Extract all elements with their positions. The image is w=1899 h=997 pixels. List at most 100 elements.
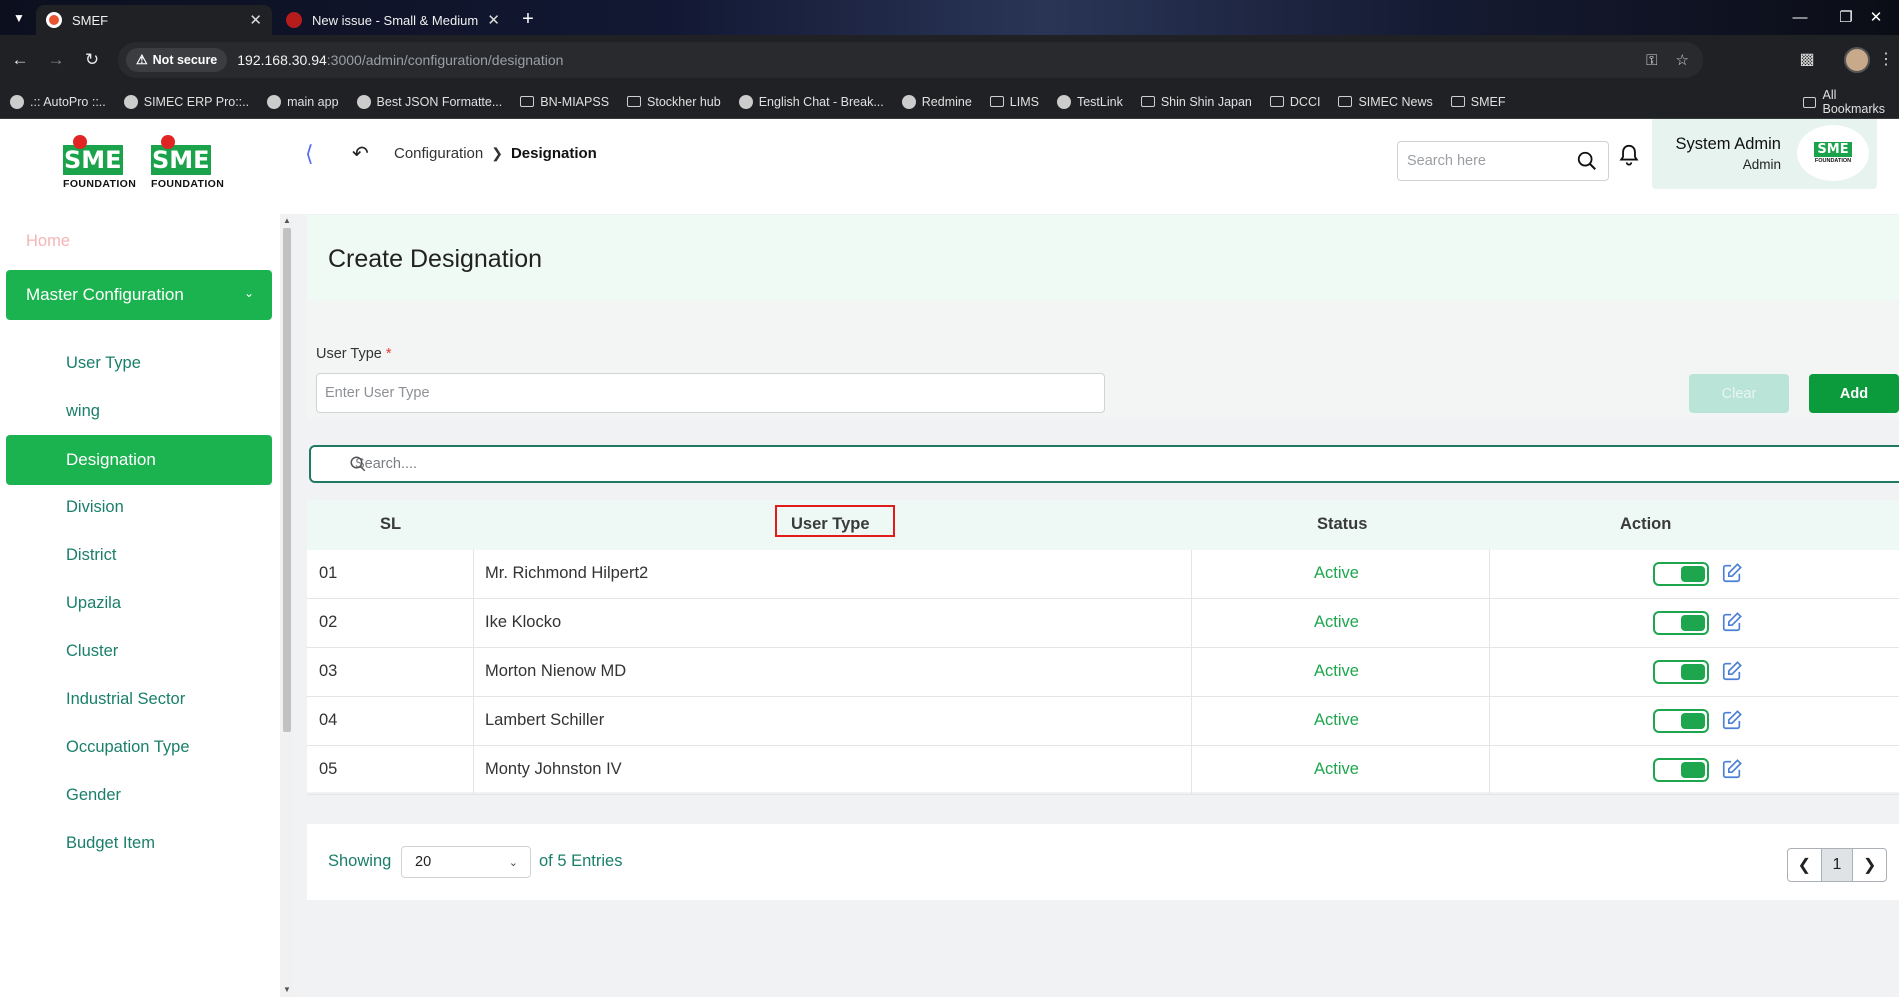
- scrollbar-thumb[interactable]: [283, 228, 291, 732]
- sidebar-item-designation[interactable]: Designation: [6, 435, 272, 485]
- column-divider: [1191, 746, 1192, 795]
- sidebar-scrollbar[interactable]: ▲ ▼: [280, 214, 294, 997]
- sidebar-item-occupation-type[interactable]: Occupation Type: [66, 738, 190, 757]
- new-tab-plus-icon[interactable]: +: [516, 8, 540, 32]
- scroll-down-arrow-icon[interactable]: ▼: [282, 985, 292, 994]
- table-search-input[interactable]: Search....: [309, 445, 1899, 483]
- sidebar-item-budget-item[interactable]: Budget Item: [66, 834, 155, 853]
- status-toggle[interactable]: [1653, 709, 1709, 733]
- sidebar-item-home[interactable]: Home: [26, 232, 70, 251]
- close-tab-icon[interactable]: ✕: [487, 11, 500, 29]
- bookmark-item[interactable]: LIMS: [989, 95, 1039, 109]
- profile-avatar[interactable]: [1844, 47, 1870, 73]
- back-arrow-icon[interactable]: ←: [8, 48, 32, 72]
- edit-icon[interactable]: [1721, 709, 1743, 736]
- smef-favicon-icon: [46, 12, 62, 28]
- sidebar: Home Master Configuration ⌄ User Type win…: [0, 214, 294, 997]
- bookmark-label: Redmine: [921, 94, 972, 109]
- password-key-icon[interactable]: ⚿: [1646, 52, 1657, 69]
- bookmark-item[interactable]: .:: AutoPro ::..: [10, 94, 106, 109]
- browser-tab-new-issue[interactable]: New issue - Small & Medium E ✕: [276, 5, 510, 35]
- all-bookmarks[interactable]: All Bookmarks: [1803, 85, 1899, 119]
- bookmark-item[interactable]: Stockher hub: [627, 95, 721, 109]
- column-divider: [1489, 697, 1490, 746]
- user-name: System Admin: [1675, 135, 1781, 153]
- bookmark-item[interactable]: SMEF: [1450, 95, 1506, 109]
- column-header-status[interactable]: Status: [1317, 515, 1367, 534]
- clear-button[interactable]: Clear: [1689, 374, 1789, 413]
- notification-bell-icon[interactable]: [1618, 143, 1640, 167]
- close-window-icon[interactable]: ✕: [1853, 6, 1899, 30]
- bookmark-item[interactable]: BN-MIAPSS: [520, 95, 609, 109]
- bookmark-item[interactable]: Best JSON Formatte...: [356, 94, 502, 109]
- header-search-input[interactable]: Search here: [1397, 141, 1609, 181]
- bookmark-item[interactable]: English Chat - Break...: [738, 94, 884, 109]
- top-header: ⟨ ↶ Configuration ❯ Designation Search h…: [298, 119, 1899, 214]
- folder-icon: [1803, 96, 1817, 108]
- breadcrumb-parent[interactable]: Configuration: [394, 145, 483, 162]
- address-bar[interactable]: ⚠ Not secure 192.168.30.94:3000/admin/co…: [118, 42, 1703, 78]
- tab-list-chevron-icon[interactable]: ▼: [6, 6, 32, 30]
- bookmark-item[interactable]: main app: [267, 94, 339, 109]
- sidebar-item-user-type[interactable]: User Type: [66, 354, 141, 373]
- edit-icon[interactable]: [1721, 758, 1743, 785]
- site-favicon-icon: [901, 94, 916, 109]
- sidebar-item-district[interactable]: District: [66, 546, 116, 565]
- status-toggle[interactable]: [1653, 562, 1709, 586]
- page-number-button[interactable]: 1: [1820, 849, 1854, 881]
- sidebar-item-division[interactable]: Division: [66, 498, 124, 517]
- sidebar-item-industrial-sector[interactable]: Industrial Sector: [66, 690, 185, 709]
- add-button[interactable]: Add: [1809, 374, 1899, 413]
- extensions-puzzle-icon[interactable]: ▩: [1795, 48, 1819, 72]
- scroll-up-arrow-icon[interactable]: ▲: [282, 216, 292, 225]
- bookmark-item[interactable]: DCCI: [1269, 95, 1320, 109]
- cell-status: Active: [1314, 613, 1359, 631]
- next-page-chevron-icon[interactable]: ❯: [1853, 849, 1886, 881]
- bookmark-item[interactable]: Shin Shin Japan: [1140, 95, 1252, 109]
- sme-foundation-logo[interactable]: SME FOUNDATION: [63, 135, 148, 193]
- table-row: 05 Monty Johnston IV Active: [307, 746, 1899, 795]
- status-toggle[interactable]: [1653, 611, 1709, 635]
- folder-icon: [1140, 96, 1155, 107]
- close-tab-icon[interactable]: ✕: [249, 11, 262, 29]
- sidebar-item-gender[interactable]: Gender: [66, 786, 121, 805]
- reload-icon[interactable]: ↻: [80, 48, 104, 72]
- browser-menu-icon[interactable]: ⋮: [1874, 48, 1898, 72]
- edit-icon[interactable]: [1721, 660, 1743, 687]
- prev-page-chevron-icon[interactable]: ❮: [1788, 849, 1821, 881]
- pagination-controls: ❮ 1 ❯: [1787, 848, 1887, 882]
- sidebar-item-cluster[interactable]: Cluster: [66, 642, 118, 661]
- user-type-input[interactable]: Enter User Type: [316, 373, 1105, 413]
- tab-title: New issue - Small & Medium E: [312, 12, 480, 28]
- page-size-value: 20: [415, 854, 432, 870]
- status-toggle[interactable]: [1653, 660, 1709, 684]
- forward-arrow-icon[interactable]: →: [44, 48, 68, 72]
- bookmark-item[interactable]: SIMEC News: [1338, 95, 1433, 109]
- folder-icon: [1450, 96, 1465, 107]
- edit-icon[interactable]: [1721, 611, 1743, 638]
- edit-icon[interactable]: [1721, 562, 1743, 589]
- not-secure-badge[interactable]: ⚠ Not secure: [126, 48, 228, 72]
- page-title: Create Designation: [328, 245, 543, 273]
- status-toggle[interactable]: [1653, 758, 1709, 782]
- sidebar-item-upazila[interactable]: Upazila: [66, 594, 121, 613]
- user-profile-box[interactable]: System Admin Admin SME FOUNDATION: [1652, 119, 1877, 189]
- bookmarks-bar: .:: AutoPro ::.. SIMEC ERP Pro::.. main ap…: [0, 85, 1899, 119]
- minimize-window-icon[interactable]: —: [1777, 6, 1823, 30]
- bookmark-item[interactable]: SIMEC ERP Pro::..: [123, 94, 249, 109]
- page-size-select[interactable]: 20 ⌄: [401, 846, 531, 878]
- collapse-sidebar-icon[interactable]: ⟨: [305, 141, 314, 167]
- back-undo-icon[interactable]: ↶: [352, 141, 369, 166]
- cell-sl: 02: [319, 613, 338, 631]
- column-header-action: Action: [1620, 515, 1672, 533]
- column-header-sl[interactable]: SL: [380, 515, 401, 534]
- bookmark-star-icon[interactable]: ☆: [1676, 51, 1689, 69]
- search-icon[interactable]: [1576, 150, 1598, 172]
- bookmark-item[interactable]: Redmine: [901, 94, 972, 109]
- bookmark-item[interactable]: TestLink: [1056, 94, 1123, 109]
- sidebar-group-master-configuration[interactable]: Master Configuration ⌄: [6, 270, 272, 320]
- cell-user-type: Morton Nienow MD: [485, 662, 627, 680]
- sidebar-item-wing[interactable]: wing: [66, 402, 100, 421]
- browser-tab-smef[interactable]: SMEF ✕: [36, 5, 272, 35]
- sme-foundation-logo-2[interactable]: SME FOUNDATION: [151, 135, 236, 193]
